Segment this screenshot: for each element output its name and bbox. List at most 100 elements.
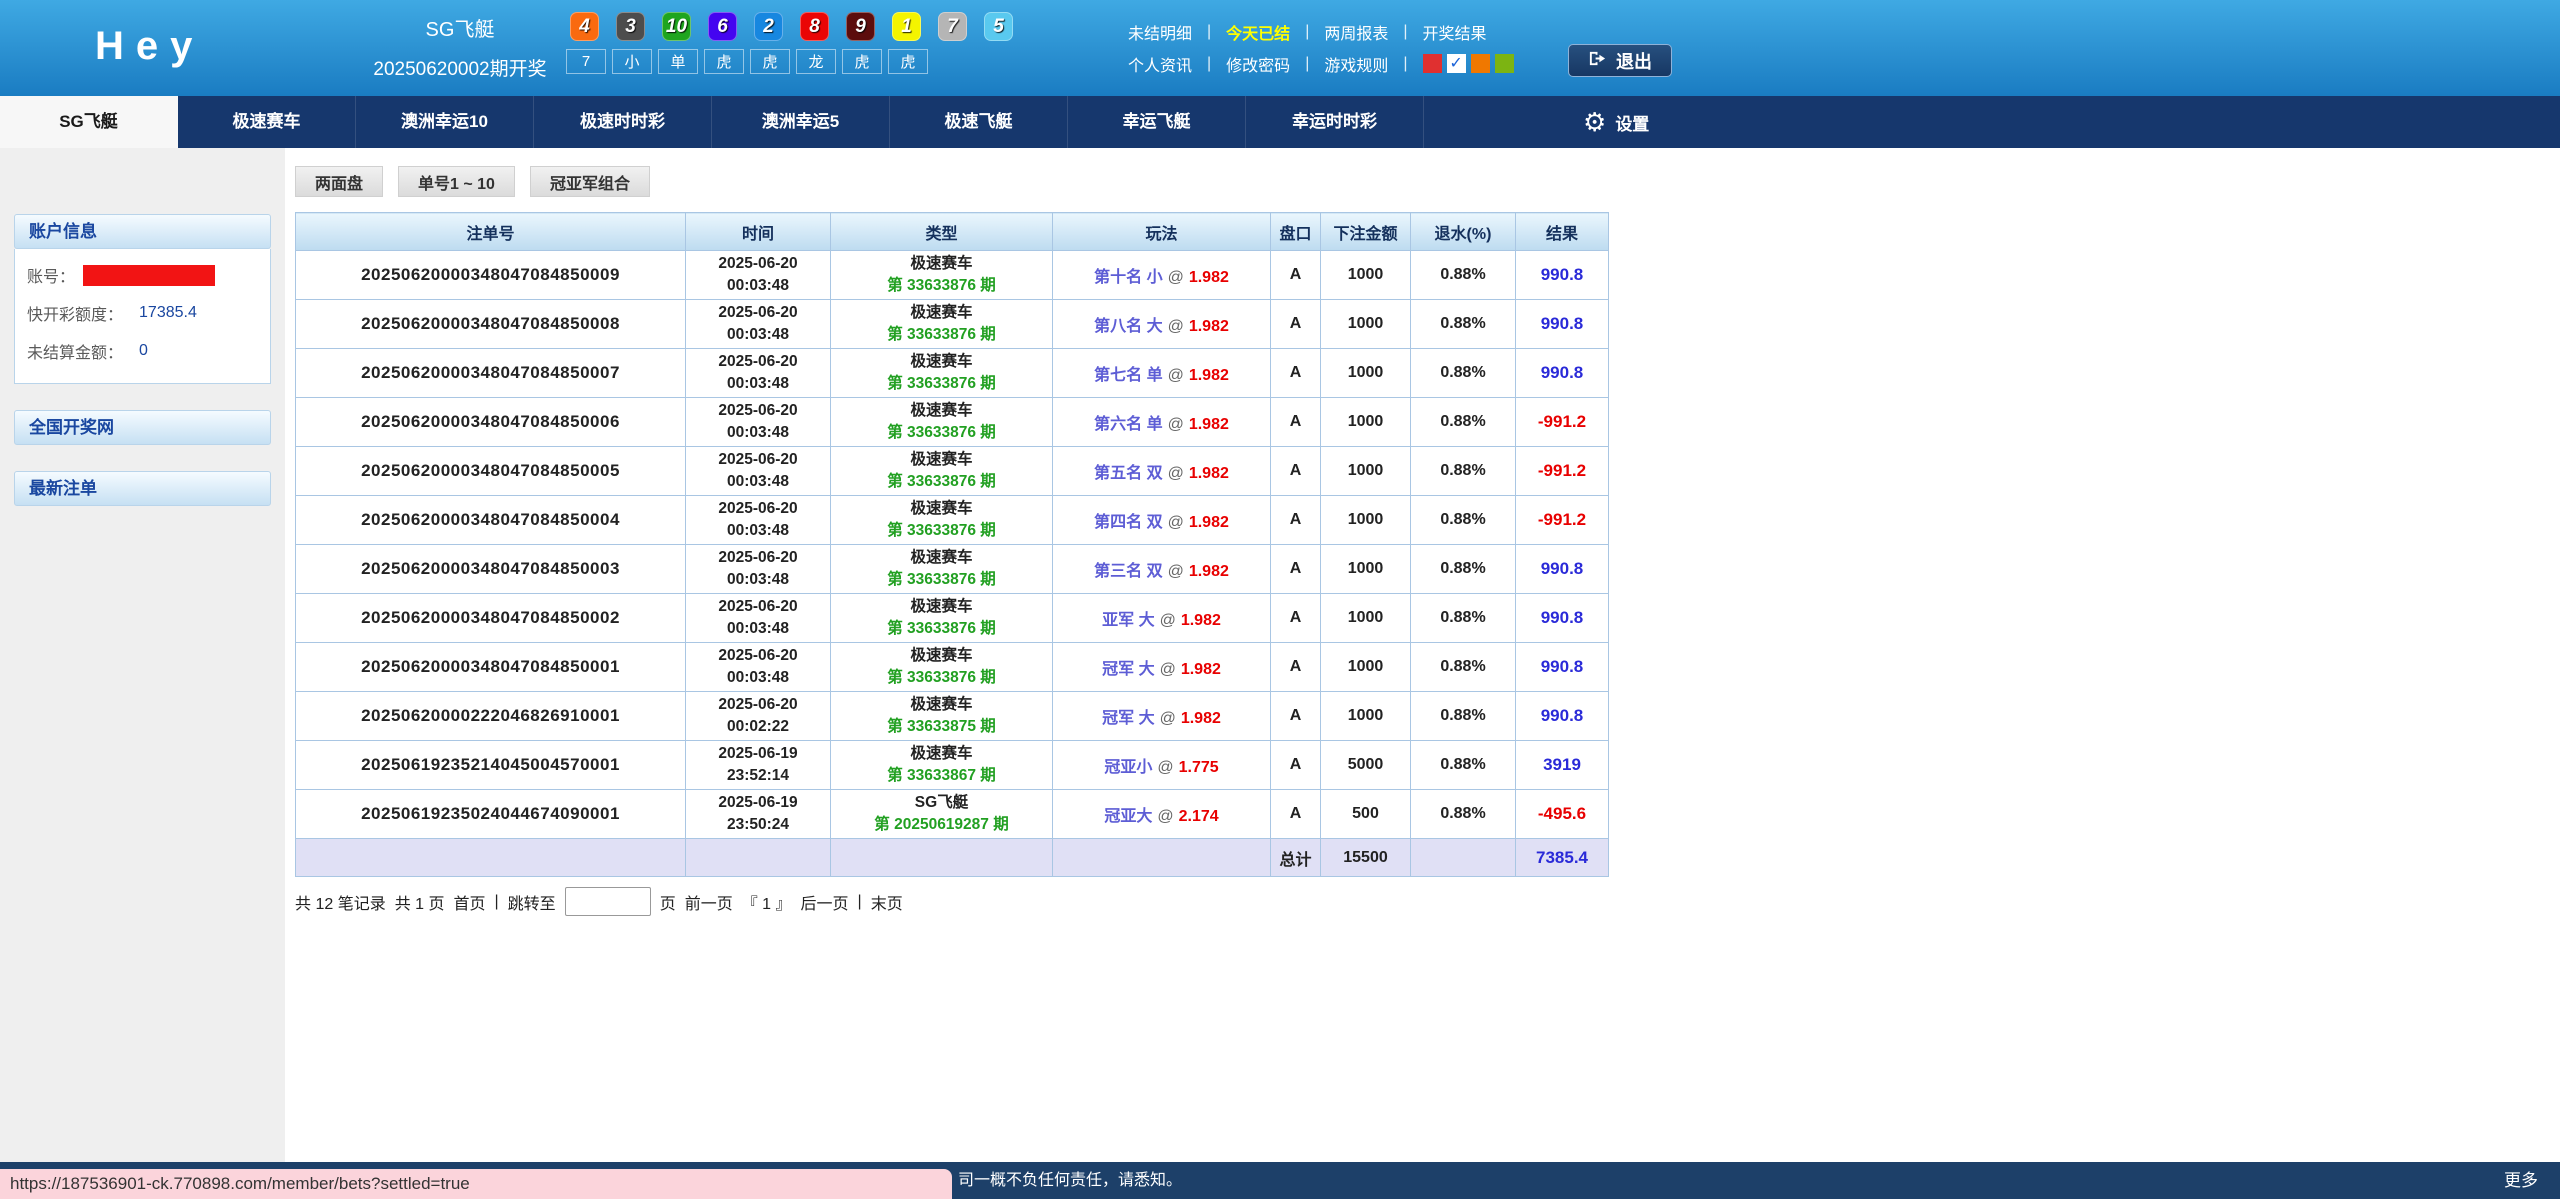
records-count: 共 12 笔记录 bbox=[295, 890, 386, 914]
account-panel-title[interactable]: 账户信息 bbox=[14, 214, 271, 249]
total-row: 总计155007385.4 bbox=[296, 839, 1609, 877]
first-page-link[interactable]: 首页 bbox=[454, 890, 486, 914]
odds-value: 1.982 bbox=[1189, 563, 1229, 580]
nav-tab[interactable]: 澳洲幸运10 bbox=[356, 96, 534, 148]
next-page-link[interactable]: 后一页 bbox=[801, 890, 849, 914]
settings-label: 设置 bbox=[1615, 110, 1649, 135]
pages-count: 共 1 页 bbox=[395, 890, 445, 914]
page-word: 页 bbox=[660, 890, 676, 914]
amount-cell: 1000 bbox=[1321, 447, 1411, 496]
nav-tab[interactable]: 极速赛车 bbox=[178, 96, 356, 148]
play-link[interactable]: 第五名 双 bbox=[1094, 465, 1162, 482]
filter-button[interactable]: 两面盘 bbox=[295, 166, 383, 197]
menu-link-2-0[interactable]: 个人资讯 bbox=[1128, 52, 1192, 76]
table-row: 202506200003480470848500082025-06-2000:0… bbox=[296, 300, 1609, 349]
menu-separator: | bbox=[1403, 23, 1407, 41]
menu-link-1-3[interactable]: 开奖结果 bbox=[1423, 20, 1487, 44]
result-cell: 3919 bbox=[1516, 741, 1609, 790]
table-row: 202506200003480470848500062025-06-2000:0… bbox=[296, 398, 1609, 447]
nav-tab[interactable]: 极速飞艇 bbox=[890, 96, 1068, 148]
latest-bets-panel-title[interactable]: 最新注单 bbox=[14, 471, 271, 506]
play-link[interactable]: 冠亚小 bbox=[1104, 759, 1152, 776]
nav-tab[interactable]: 极速时时彩 bbox=[534, 96, 712, 148]
rebate-cell: 0.88% bbox=[1411, 349, 1516, 398]
more-link[interactable]: 更多 bbox=[2504, 1162, 2538, 1199]
type-cell: 极速赛车第 33633875 期 bbox=[831, 692, 1053, 741]
amount-cell: 1000 bbox=[1321, 692, 1411, 741]
color-swatch-icon[interactable] bbox=[1423, 54, 1442, 73]
play-link[interactable]: 第六名 单 bbox=[1094, 416, 1162, 433]
menu-link-1-1[interactable]: 今天已结 bbox=[1226, 20, 1290, 44]
play-link[interactable]: 第四名 双 bbox=[1094, 514, 1162, 531]
odds-separator: @ bbox=[1152, 808, 1178, 825]
sidebar: 账户信息 账号： 快开彩额度： 17385.4 未结算金额： 0 全国开奖网 最… bbox=[0, 148, 285, 1162]
play-cell: 第三名 双@1.982 bbox=[1053, 545, 1271, 594]
color-swatch-icon[interactable] bbox=[1471, 54, 1490, 73]
national-lottery-panel-title[interactable]: 全国开奖网 bbox=[14, 410, 271, 445]
play-cell: 冠军 大@1.982 bbox=[1053, 692, 1271, 741]
nav-tab[interactable]: 澳洲幸运5 bbox=[712, 96, 890, 148]
play-cell: 冠亚大@2.174 bbox=[1053, 790, 1271, 839]
table-row: 202506200003480470848500042025-06-2000:0… bbox=[296, 496, 1609, 545]
total-label-cell: 总计 bbox=[1271, 839, 1321, 877]
nav-tab[interactable]: 幸运时时彩 bbox=[1246, 96, 1424, 148]
pattern-label: 虎 bbox=[750, 49, 790, 74]
menu-link-1-2[interactable]: 两周报表 bbox=[1324, 20, 1388, 44]
play-link[interactable]: 第十名 小 bbox=[1094, 269, 1162, 286]
odds-value: 1.982 bbox=[1189, 514, 1229, 531]
user-menu: 未结明细|今天已结|两周报表|开奖结果 个人资讯|修改密码|游戏规则|✓ bbox=[1128, 17, 1514, 81]
type-cell: 极速赛车第 33633876 期 bbox=[831, 300, 1053, 349]
handicap-cell: A bbox=[1271, 643, 1321, 692]
bet-date: 2025-06-20 bbox=[686, 547, 830, 569]
color-swatch-icon[interactable] bbox=[1495, 54, 1514, 73]
game-type: 极速赛车 bbox=[831, 400, 1052, 422]
play-cell: 第四名 双@1.982 bbox=[1053, 496, 1271, 545]
last-page-link[interactable]: 末页 bbox=[871, 890, 903, 914]
game-type: 极速赛车 bbox=[831, 449, 1052, 471]
menu-link-2-2[interactable]: 游戏规则 bbox=[1324, 52, 1388, 76]
play-link[interactable]: 亚军 大 bbox=[1102, 612, 1154, 629]
game-period: 第 33633876 期 bbox=[831, 324, 1052, 346]
odds-value: 1.982 bbox=[1189, 465, 1229, 482]
result-cell: 990.8 bbox=[1516, 349, 1609, 398]
status-url-tooltip: https://187536901-ck.770898.com/member/b… bbox=[0, 1169, 952, 1199]
rebate-cell: 0.88% bbox=[1411, 545, 1516, 594]
filter-button[interactable]: 单号1 ~ 10 bbox=[398, 166, 515, 197]
prev-page-link[interactable]: 前一页 bbox=[685, 890, 733, 914]
checkbox-swatch-icon[interactable]: ✓ bbox=[1447, 54, 1466, 73]
play-link[interactable]: 冠军 大 bbox=[1102, 661, 1154, 678]
jump-label: 跳转至 bbox=[508, 890, 556, 914]
bet-time: 00:02:22 bbox=[686, 716, 830, 738]
result-cell: 990.8 bbox=[1516, 300, 1609, 349]
play-link[interactable]: 第七名 单 bbox=[1094, 367, 1162, 384]
nav-tab[interactable]: 幸运飞艇 bbox=[1068, 96, 1246, 148]
logout-button[interactable]: 退出 bbox=[1568, 44, 1672, 77]
rebate-cell: 0.88% bbox=[1411, 447, 1516, 496]
nav-tab[interactable]: SG飞艇 bbox=[0, 96, 178, 148]
play-link[interactable]: 第三名 双 bbox=[1094, 563, 1162, 580]
odds-value: 1.982 bbox=[1181, 612, 1221, 629]
empty-cell bbox=[296, 839, 686, 877]
game-type: SG飞艇 bbox=[831, 792, 1052, 814]
play-link[interactable]: 第八名 大 bbox=[1094, 318, 1162, 335]
gear-icon: ⚙ bbox=[1583, 107, 1606, 138]
play-link[interactable]: 冠亚大 bbox=[1104, 808, 1152, 825]
menu-separator: | bbox=[1207, 23, 1211, 41]
play-cell: 冠军 大@1.982 bbox=[1053, 643, 1271, 692]
bet-time: 00:03:48 bbox=[686, 324, 830, 346]
play-link[interactable]: 冠军 大 bbox=[1102, 710, 1154, 727]
table-row: 202506200003480470848500052025-06-2000:0… bbox=[296, 447, 1609, 496]
column-header: 下注金额 bbox=[1321, 213, 1411, 251]
bet-time: 00:03:48 bbox=[686, 618, 830, 640]
page-jump-input[interactable] bbox=[565, 887, 651, 916]
menu-link-1-0[interactable]: 未结明细 bbox=[1128, 20, 1192, 44]
handicap-cell: A bbox=[1271, 692, 1321, 741]
top-header: Hey SG飞艇 20250620002期开奖 43106289175 7小单虎… bbox=[0, 0, 2560, 96]
time-cell: 2025-06-2000:03:48 bbox=[686, 447, 831, 496]
play-cell: 亚军 大@1.982 bbox=[1053, 594, 1271, 643]
menu-link-2-1[interactable]: 修改密码 bbox=[1226, 52, 1290, 76]
filter-button[interactable]: 冠亚军组合 bbox=[530, 166, 650, 197]
settings-button[interactable]: ⚙ 设置 bbox=[1583, 96, 1649, 148]
pattern-label: 虎 bbox=[842, 49, 882, 74]
game-name: SG飞艇 bbox=[350, 13, 570, 42]
